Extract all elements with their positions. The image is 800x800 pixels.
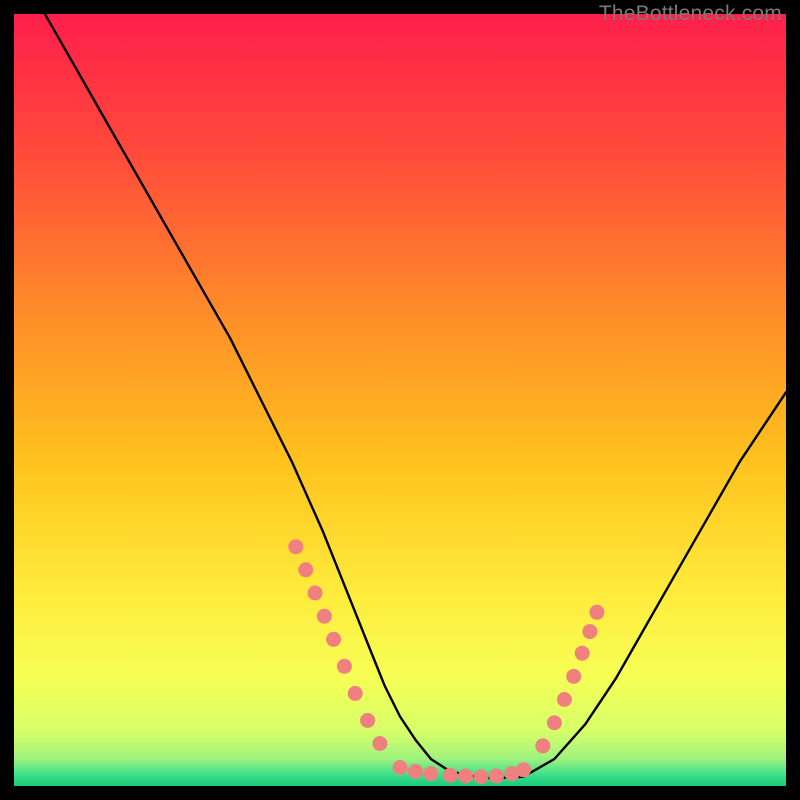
data-dot [317, 609, 332, 624]
data-dot [308, 586, 323, 601]
data-dot [566, 669, 581, 684]
chart-svg [14, 14, 786, 786]
data-dot [458, 769, 473, 784]
watermark-text: TheBottleneck.com [599, 2, 782, 26]
data-dot [589, 605, 604, 620]
data-dot [326, 632, 341, 647]
data-dot [557, 692, 572, 707]
data-dot [489, 769, 504, 784]
data-dot [348, 686, 363, 701]
data-dot [516, 762, 531, 777]
data-dot [360, 713, 375, 728]
data-dot [443, 768, 458, 783]
data-dot [575, 646, 590, 661]
data-dot [423, 766, 438, 781]
data-dot [337, 659, 352, 674]
data-dot [298, 562, 313, 577]
data-dot [535, 738, 550, 753]
data-dot [582, 624, 597, 639]
data-dot [408, 764, 423, 779]
chart-frame [14, 14, 786, 786]
data-dot [372, 736, 387, 751]
data-dot [288, 539, 303, 554]
data-dot [547, 715, 562, 730]
data-dot [474, 769, 489, 784]
data-dot [393, 760, 408, 775]
gradient-background [14, 14, 786, 786]
